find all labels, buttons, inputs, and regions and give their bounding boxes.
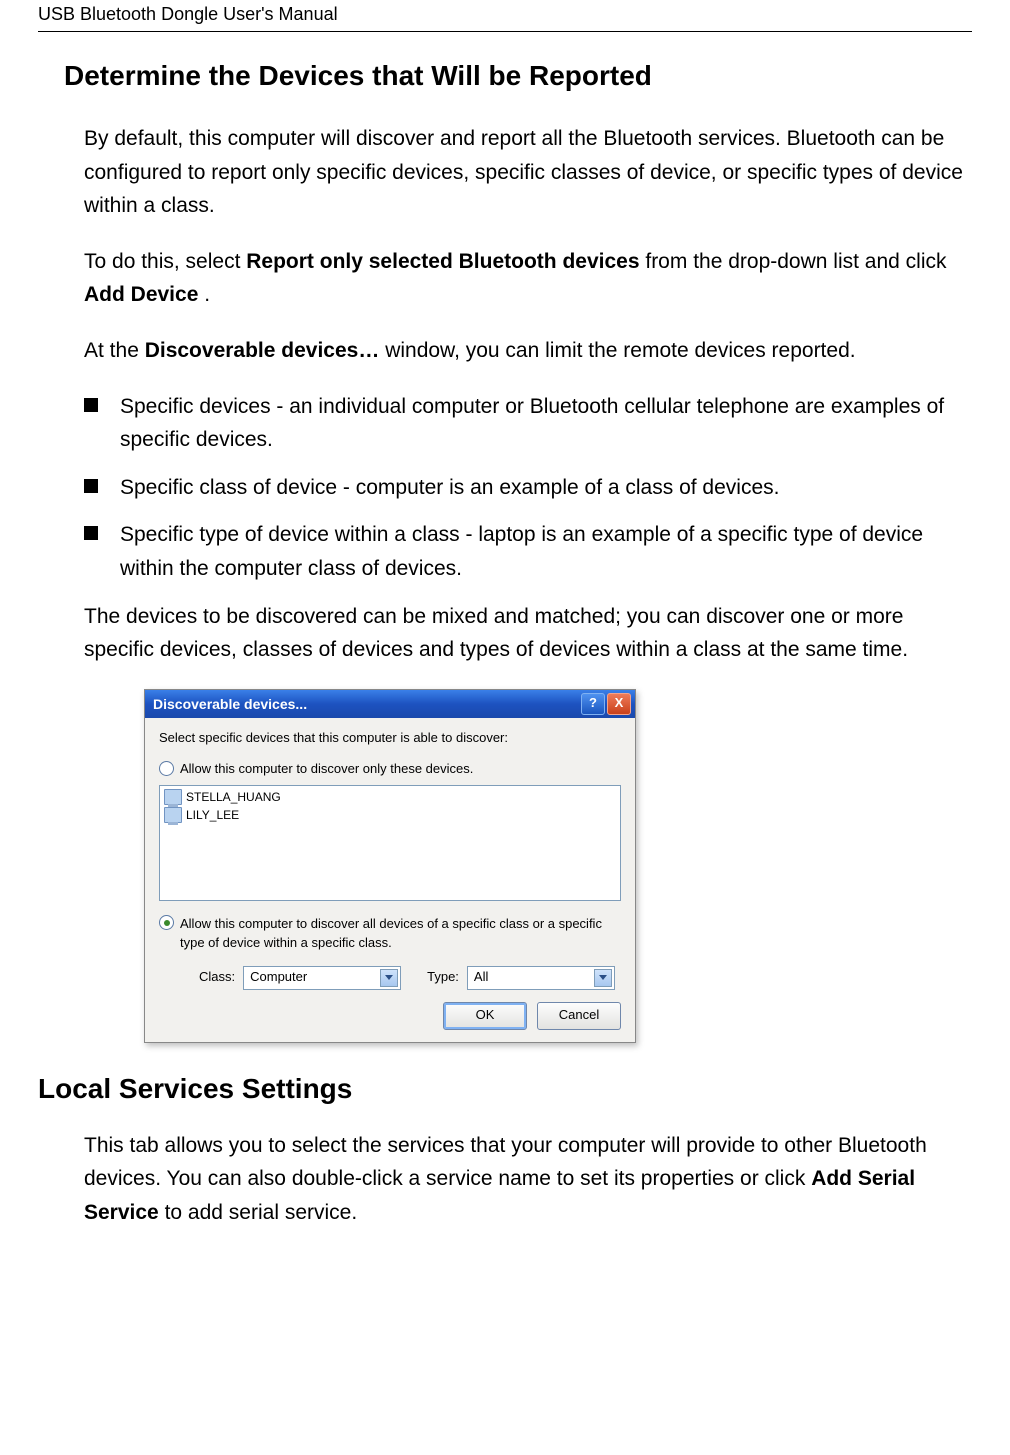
cancel-button[interactable]: Cancel bbox=[537, 1002, 621, 1030]
class-label: Class: bbox=[199, 967, 235, 988]
dialog-instruction: Select specific devices that this comput… bbox=[159, 728, 621, 749]
device-name: STELLA_HUANG bbox=[186, 788, 281, 806]
running-head: USB Bluetooth Dongle User's Manual bbox=[38, 0, 972, 32]
radio-row-only-these[interactable]: Allow this computer to discover only the… bbox=[159, 759, 621, 780]
bullet-item: Specific type of device within a class -… bbox=[84, 518, 972, 585]
radio-label: Allow this computer to discover only the… bbox=[180, 759, 473, 780]
bullet-item: Specific devices - an individual compute… bbox=[84, 390, 972, 457]
text-run: window, you can limit the remote devices… bbox=[385, 339, 855, 362]
type-label: Type: bbox=[427, 967, 459, 988]
dialog-titlebar[interactable]: Discoverable devices... ? X bbox=[145, 690, 635, 718]
bullet-list: Specific devices - an individual compute… bbox=[84, 390, 972, 586]
chevron-down-icon[interactable] bbox=[380, 969, 398, 987]
device-listbox[interactable]: STELLA_HUANG LILY_LEE bbox=[159, 785, 621, 901]
device-list-item[interactable]: STELLA_HUANG bbox=[160, 788, 620, 806]
paragraph-discoverable-window: At the Discoverable devices… window, you… bbox=[84, 334, 972, 368]
bullet-item: Specific class of device - computer is a… bbox=[84, 471, 972, 505]
computer-icon bbox=[164, 807, 182, 823]
paragraph-local-services: This tab allows you to select the servic… bbox=[84, 1129, 972, 1230]
radio-only-these-devices[interactable] bbox=[159, 761, 174, 776]
device-list-item[interactable]: LILY_LEE bbox=[160, 806, 620, 824]
text-run: from the drop-down list and click bbox=[645, 250, 946, 273]
text-run: To do this, select bbox=[84, 250, 246, 273]
bold-report-only: Report only selected Bluetooth devices bbox=[246, 250, 639, 273]
discoverable-devices-dialog: Discoverable devices... ? X Select speci… bbox=[144, 689, 636, 1043]
text-run: to add serial service. bbox=[165, 1201, 358, 1224]
text-run: This tab allows you to select the servic… bbox=[84, 1134, 927, 1191]
dialog-title: Discoverable devices... bbox=[153, 693, 307, 715]
text-run: At the bbox=[84, 339, 145, 362]
help-button[interactable]: ? bbox=[581, 693, 605, 715]
chevron-down-icon[interactable] bbox=[594, 969, 612, 987]
section-title: Determine the Devices that Will be Repor… bbox=[64, 60, 972, 92]
computer-icon bbox=[164, 789, 182, 805]
paragraph-intro: By default, this computer will discover … bbox=[84, 122, 972, 223]
text-run: . bbox=[204, 283, 210, 306]
class-combobox[interactable]: Computer bbox=[243, 966, 401, 990]
radio-label: Allow this computer to discover all devi… bbox=[180, 915, 621, 951]
bold-add-device: Add Device bbox=[84, 283, 198, 306]
type-value: All bbox=[474, 967, 488, 988]
section-title-local-services: Local Services Settings bbox=[38, 1073, 972, 1105]
type-combobox[interactable]: All bbox=[467, 966, 615, 990]
paragraph-instructions: To do this, select Report only selected … bbox=[84, 245, 972, 312]
paragraph-mix-and-match: The devices to be discovered can be mixe… bbox=[84, 600, 972, 667]
radio-class-type[interactable] bbox=[159, 915, 174, 930]
bold-discoverable-devices: Discoverable devices… bbox=[145, 339, 380, 362]
ok-button[interactable]: OK bbox=[443, 1002, 527, 1030]
class-value: Computer bbox=[250, 967, 307, 988]
close-button[interactable]: X bbox=[607, 693, 631, 715]
radio-row-class-type[interactable]: Allow this computer to discover all devi… bbox=[159, 915, 621, 951]
device-name: LILY_LEE bbox=[186, 806, 239, 824]
